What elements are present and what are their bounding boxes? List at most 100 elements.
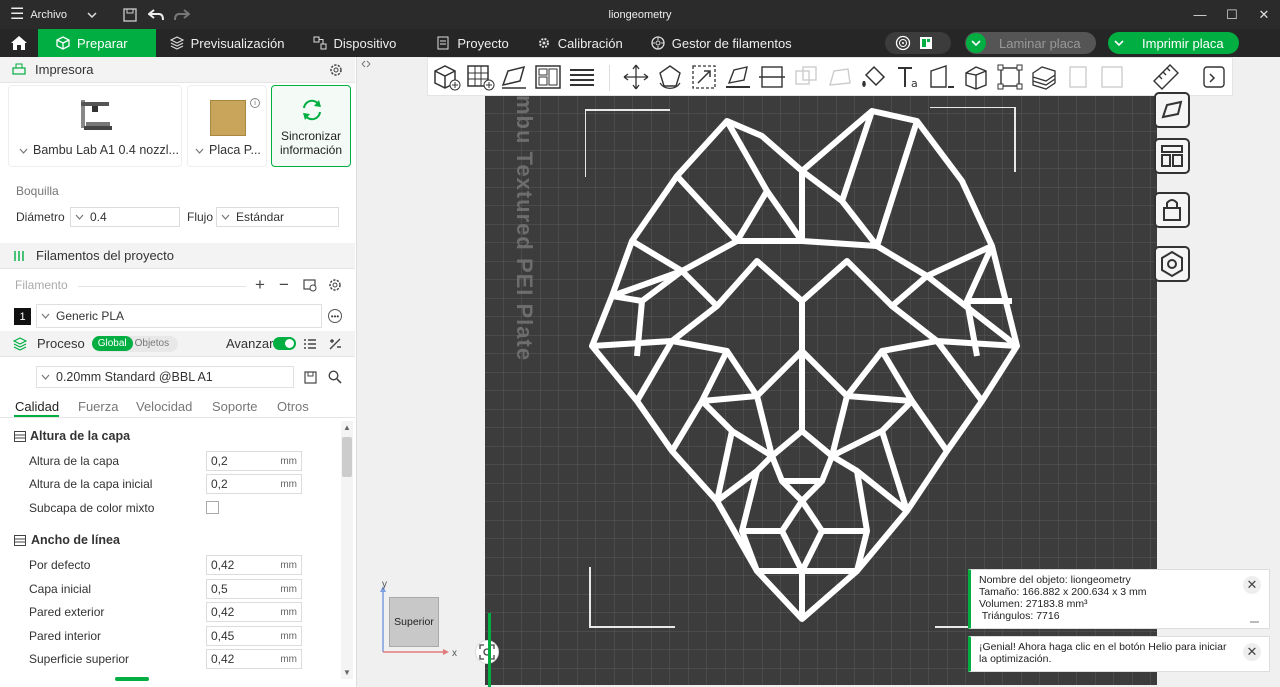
chevron-down-icon[interactable] [87,9,97,21]
paint-bucket-icon[interactable] [858,61,890,93]
reset-view-button[interactable] [475,640,499,664]
tab-project[interactable]: Proyecto [422,29,522,57]
scroll-down-icon[interactable]: ▼ [343,668,351,677]
add-plate-icon[interactable] [464,61,496,93]
tab-strength[interactable]: Fuerza [78,399,118,414]
gear-icon[interactable] [328,278,342,292]
close-icon[interactable]: ✕ [1248,0,1280,29]
assembly-icon[interactable] [1062,61,1094,93]
list-icon[interactable] [303,338,317,350]
measure-icon[interactable] [994,61,1026,93]
top-surface-width-input[interactable]: 0,42 mm [206,649,302,669]
lion-model[interactable] [582,101,1022,631]
add-icon[interactable]: + [255,275,265,295]
plate-arrange-button[interactable] [1151,135,1193,177]
layer-height-input[interactable]: 0,2 mm [206,451,302,471]
tab-device[interactable]: Dispositivo [299,29,411,57]
default-width-input[interactable]: 0,42 mm [206,555,302,575]
close-icon[interactable]: ✕ [1243,576,1261,594]
plate-settings-button[interactable] [1151,243,1193,285]
initial-layer-height-input[interactable]: 0,2 mm [206,474,302,494]
auto-orient-icon[interactable] [498,61,530,93]
chevron-down-icon[interactable] [1109,33,1129,53]
hamburger-menu-icon[interactable]: ☰ [10,6,24,23]
collapse-icon[interactable] [1250,621,1259,623]
compare-icon[interactable] [328,337,342,351]
maximize-icon[interactable]: ☐ [1216,0,1248,29]
scroll-up-icon[interactable]: ▲ [343,423,351,432]
tab-support[interactable]: Soporte [212,399,258,414]
redo-icon[interactable] [169,2,195,28]
tab-label: Gestor de filamentos [671,35,792,51]
add-object-icon[interactable] [430,61,462,93]
advanced-switch[interactable] [273,337,296,350]
save-icon[interactable] [117,2,143,28]
close-icon[interactable]: ✕ [1243,643,1261,661]
view-cube[interactable]: Superior [389,597,439,647]
slice-plate-button[interactable]: Laminar placa [965,32,1096,54]
divider [78,286,246,287]
setting-label: Pared exterior [29,605,105,619]
scrollbar-thumb[interactable] [342,437,352,477]
plate-card[interactable]: i Placa P... [187,85,267,167]
tab-prepare[interactable]: Preparar [38,29,156,57]
split-layers-icon[interactable] [566,61,598,93]
diameter-select[interactable]: 0.4 [70,207,180,227]
save-preset-icon[interactable] [304,371,317,384]
scope-toggle[interactable]: Global Objetos [91,335,178,352]
process-preset-select[interactable]: 0.20mm Standard @BBL A1 [36,366,294,388]
helio-toggle[interactable] [885,32,951,54]
rotate-icon[interactable] [654,61,686,93]
mixed-color-checkbox[interactable] [206,501,219,514]
filament-select[interactable]: Generic PLA [36,304,322,328]
initial-layer-width-input[interactable]: 0,5 mm [206,579,302,599]
flow-select[interactable]: Estándar [216,207,339,227]
outer-wall-width-input[interactable]: 0,42 mm [206,602,302,622]
lay-on-face-icon[interactable] [722,61,754,93]
search-icon[interactable] [328,370,342,384]
sync-filament-icon[interactable] [303,278,317,292]
inner-wall-width-input[interactable]: 0,45 mm [206,626,302,646]
boolean-icon[interactable] [790,61,822,93]
chevron-down-icon [75,214,84,220]
filaments-section-header: Filamentos del proyecto [0,243,355,269]
info-icon[interactable]: i [250,98,260,108]
arrange-icon[interactable] [532,61,564,93]
remove-icon[interactable]: − [279,275,289,295]
home-icon[interactable] [0,29,38,57]
toggle-global[interactable]: Global [91,336,133,351]
sync-info-button[interactable]: Sincronizar información [271,85,351,167]
3d-viewport[interactable]: mbu Textured PEI Plate a y x Superior No… [357,57,1280,687]
undo-icon[interactable] [143,2,169,28]
plate-settings-icon[interactable] [1198,61,1230,93]
printer-card[interactable]: Bambu Lab A1 0.4 nozzl... [8,85,182,167]
settings-scrollbar[interactable]: ▲ ▼ [341,421,353,679]
tab-preview[interactable]: Previsualización [156,29,299,57]
plate-lock-button[interactable] [1151,189,1193,231]
tab-filament-manager[interactable]: Gestor de filamentos [637,29,806,57]
notif-line: Triángulos: 7716 [979,610,1060,622]
group-icon[interactable] [1096,61,1128,93]
file-menu[interactable]: Archivo [30,9,67,21]
text-tool-icon[interactable]: a [892,61,924,93]
tab-speed[interactable]: Velocidad [136,399,192,414]
more-icon[interactable]: ••• [328,309,342,323]
gear-icon[interactable] [329,63,343,77]
print-plate-button[interactable]: Imprimir placa [1108,32,1239,54]
mesh-icon[interactable] [824,61,856,93]
printer-icon [12,63,26,75]
variable-layer-icon[interactable] [1028,61,1060,93]
collapse-panel-icon[interactable] [361,60,371,68]
tab-others[interactable]: Otros [277,399,309,414]
emboss-icon[interactable] [960,61,992,93]
minimize-icon[interactable]: — [1184,0,1216,29]
cut-icon[interactable] [756,61,788,93]
toggle-objects[interactable]: Objetos [133,338,171,349]
plate-autoorient-button[interactable] [1151,89,1193,131]
move-icon[interactable] [620,61,652,93]
tab-quality[interactable]: Calidad [15,399,59,414]
chevron-down-icon[interactable] [966,33,986,53]
seam-painting-icon[interactable] [926,61,958,93]
tab-calibration[interactable]: Calibración [523,29,637,57]
scale-icon[interactable] [688,61,720,93]
